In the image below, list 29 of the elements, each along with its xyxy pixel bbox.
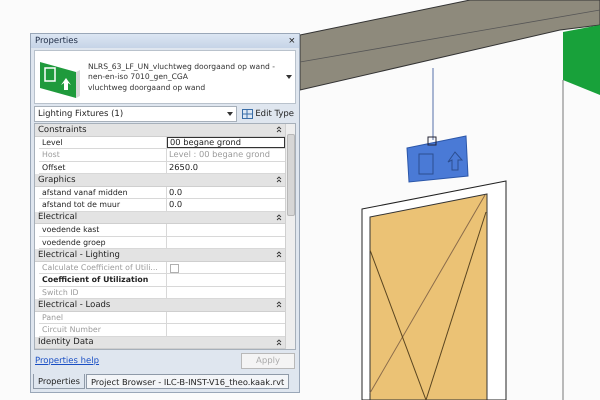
collapse-icon[interactable] bbox=[276, 301, 282, 308]
properties-help-link[interactable]: Properties help bbox=[35, 356, 100, 366]
panel-title: Properties bbox=[35, 36, 78, 46]
property-value[interactable]: 00 begane grond bbox=[167, 136, 285, 148]
collapse-icon[interactable] bbox=[276, 338, 282, 346]
dropdown-caret-icon bbox=[286, 75, 292, 79]
property-value[interactable]: 0.0 bbox=[167, 186, 285, 198]
category-dropdown[interactable]: Lighting Fixtures (1) bbox=[34, 106, 238, 122]
group-header[interactable]: Identity Data bbox=[35, 336, 285, 349]
group-header[interactable]: Constraints bbox=[35, 124, 285, 136]
exit-sign-drawing bbox=[406, 135, 469, 183]
dropdown-caret-icon bbox=[227, 112, 234, 116]
group-header[interactable]: Electrical - Lighting bbox=[35, 249, 285, 262]
property-value[interactable]: 0.0 bbox=[167, 199, 285, 210]
edit-type-icon bbox=[242, 108, 254, 118]
group-header[interactable]: Graphics bbox=[35, 174, 285, 186]
scrollbar[interactable] bbox=[285, 124, 295, 349]
edit-type-button[interactable]: Edit Type bbox=[240, 106, 296, 121]
collapse-icon[interactable] bbox=[276, 176, 282, 184]
group-header[interactable]: Electrical - Loads bbox=[35, 299, 285, 312]
close-button[interactable]: × bbox=[288, 36, 295, 46]
panel-tab[interactable]: Properties bbox=[33, 374, 85, 389]
collapse-icon[interactable] bbox=[276, 214, 282, 221]
wall-block-drawing bbox=[563, 25, 600, 95]
collapse-icon[interactable] bbox=[276, 126, 282, 134]
group-header[interactable]: Electrical bbox=[35, 212, 285, 224]
property-value[interactable]: 2650.0 bbox=[167, 162, 285, 173]
collapse-icon[interactable] bbox=[276, 251, 282, 258]
panel-tab[interactable]: Project Browser - ILC-B-INST-V16_theo.kaak.rvt bbox=[86, 374, 290, 389]
